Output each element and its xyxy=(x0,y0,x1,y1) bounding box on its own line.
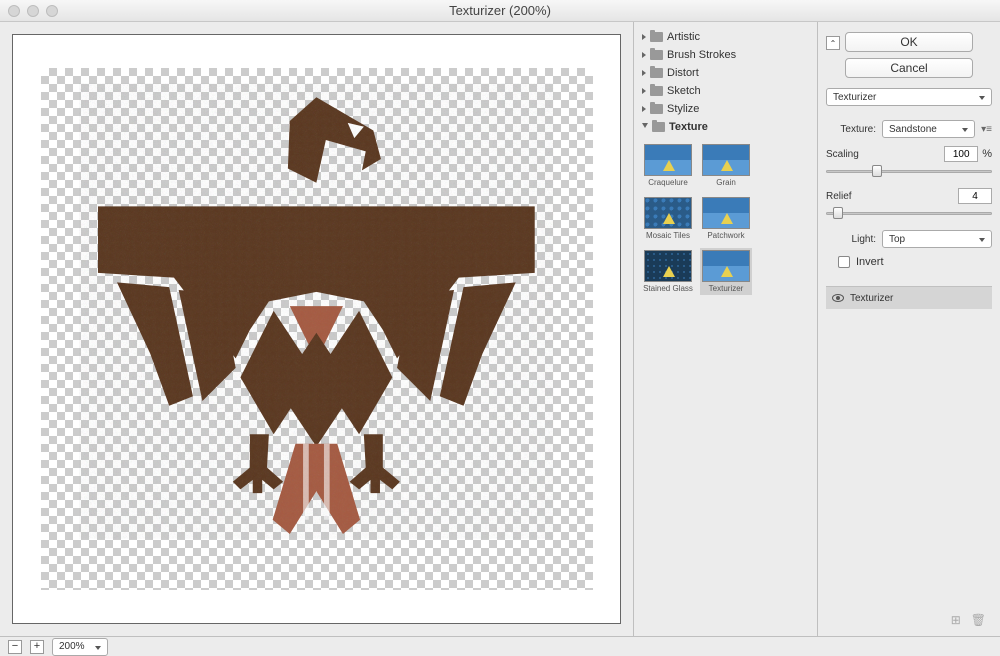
texture-dropdown[interactable]: Sandstone xyxy=(882,120,975,138)
window-title: Texturizer (200%) xyxy=(0,3,1000,18)
folder-icon xyxy=(650,32,663,42)
thumb-stained-glass[interactable]: Stained Glass xyxy=(642,248,694,295)
disclosure-triangle-icon xyxy=(642,70,646,76)
main-area: Artistic Brush Strokes Distort Sketch St… xyxy=(0,22,1000,636)
layer-name: Texturizer xyxy=(850,293,893,304)
effect-layers-panel: Texturizer ⊞ 🗑 xyxy=(826,286,992,630)
thumbnail-image xyxy=(644,144,692,176)
thumb-texturizer[interactable]: Texturizer xyxy=(700,248,752,295)
invert-checkbox[interactable] xyxy=(838,256,850,268)
category-brush-strokes[interactable]: Brush Strokes xyxy=(638,46,813,64)
thumbnail-label: Craquelure xyxy=(648,178,688,187)
category-texture[interactable]: Texture xyxy=(638,118,813,136)
texture-label: Texture: xyxy=(826,124,876,135)
layer-footer: ⊞ 🗑 xyxy=(826,610,992,630)
thumbnail-label: Mosaic Tiles xyxy=(646,231,690,240)
relief-slider[interactable] xyxy=(826,206,992,220)
category-distort[interactable]: Distort xyxy=(638,64,813,82)
zoom-in-button[interactable]: + xyxy=(30,640,44,654)
category-label: Distort xyxy=(667,67,699,79)
thumbnail-image xyxy=(702,144,750,176)
thumbnail-label: Texturizer xyxy=(709,284,744,293)
invert-label: Invert xyxy=(856,256,884,268)
dropdown-value: Sandstone xyxy=(889,124,937,135)
thumbnail-label: Grain xyxy=(716,178,736,187)
thumbnail-image xyxy=(702,250,750,282)
effect-layer-row[interactable]: Texturizer xyxy=(826,287,992,309)
filter-name-dropdown[interactable]: Texturizer xyxy=(826,88,992,106)
category-sketch[interactable]: Sketch xyxy=(638,82,813,100)
dropdown-value: Texturizer xyxy=(833,92,876,103)
collapse-panel-icon[interactable]: ⌃ xyxy=(826,36,840,50)
category-label: Texture xyxy=(669,121,708,133)
folder-icon xyxy=(650,86,663,96)
scaling-unit: % xyxy=(982,148,992,160)
cancel-button[interactable]: Cancel xyxy=(845,58,973,78)
disclosure-triangle-icon xyxy=(642,34,646,40)
category-label: Stylize xyxy=(667,103,699,115)
thumbnail-image xyxy=(644,197,692,229)
category-label: Brush Strokes xyxy=(667,49,736,61)
thumbnail-image xyxy=(644,250,692,282)
preview-image xyxy=(79,83,554,539)
thumbnail-label: Stained Glass xyxy=(643,284,693,293)
filter-category-panel: Artistic Brush Strokes Distort Sketch St… xyxy=(634,22,818,636)
folder-icon xyxy=(650,50,663,60)
disclosure-triangle-icon xyxy=(642,52,646,58)
scaling-label: Scaling xyxy=(826,149,859,160)
thumb-mosaic-tiles[interactable]: Mosaic Tiles xyxy=(642,195,694,242)
zoom-level-dropdown[interactable]: 200% xyxy=(52,638,108,656)
folder-icon xyxy=(652,122,665,132)
category-artistic[interactable]: Artistic xyxy=(638,28,813,46)
category-stylize[interactable]: Stylize xyxy=(638,100,813,118)
canvas-checkerboard xyxy=(41,68,593,590)
light-dropdown[interactable]: Top xyxy=(882,230,992,248)
visibility-eye-icon[interactable] xyxy=(832,294,844,302)
scaling-input[interactable] xyxy=(944,146,978,162)
relief-label: Relief xyxy=(826,191,852,202)
preview-viewport[interactable] xyxy=(12,34,621,624)
ok-button[interactable]: OK xyxy=(845,32,973,52)
disclosure-triangle-icon xyxy=(642,106,646,112)
zoom-out-button[interactable]: − xyxy=(8,640,22,654)
titlebar: Texturizer (200%) xyxy=(0,0,1000,22)
disclosure-triangle-icon xyxy=(642,123,648,131)
category-label: Sketch xyxy=(667,85,701,97)
thumb-craquelure[interactable]: Craquelure xyxy=(642,142,694,189)
category-label: Artistic xyxy=(667,31,700,43)
preview-pane xyxy=(0,22,634,636)
new-layer-icon[interactable]: ⊞ xyxy=(951,613,961,627)
delete-layer-icon[interactable]: 🗑 xyxy=(971,613,986,627)
scaling-slider[interactable] xyxy=(826,164,992,178)
dropdown-value: 200% xyxy=(59,641,85,652)
thumbnail-image xyxy=(702,197,750,229)
filter-thumbnails: Craquelure Grain Mosaic Tiles Patchwork … xyxy=(638,136,813,301)
thumb-patchwork[interactable]: Patchwork xyxy=(700,195,752,242)
controls-panel: ⌃ OK Cancel Texturizer Texture: Sandston… xyxy=(818,22,1000,636)
thumb-grain[interactable]: Grain xyxy=(700,142,752,189)
texture-flyout-icon[interactable]: ▾≡ xyxy=(981,124,992,135)
dropdown-value: Top xyxy=(889,234,905,245)
zoom-bar: − + 200% xyxy=(0,636,1000,656)
relief-input[interactable] xyxy=(958,188,992,204)
disclosure-triangle-icon xyxy=(642,88,646,94)
thumbnail-label: Patchwork xyxy=(707,231,744,240)
light-label: Light: xyxy=(826,234,876,245)
folder-icon xyxy=(650,68,663,78)
folder-icon xyxy=(650,104,663,114)
